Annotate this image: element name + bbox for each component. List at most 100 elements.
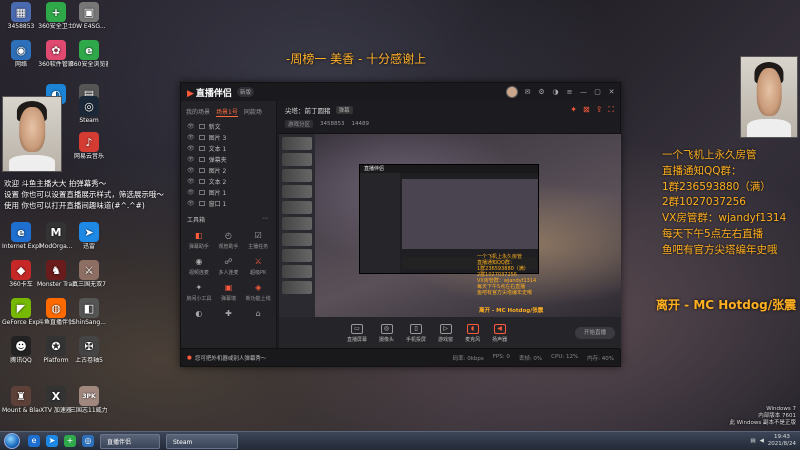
- room-id: 3458853: [320, 121, 345, 127]
- taskbar-task-steam[interactable]: Steam: [166, 433, 238, 449]
- webcam-left: [2, 96, 62, 172]
- desktop-icon[interactable]: ▣ 0W E4SG...: [70, 2, 108, 30]
- desktop-icon-graphic: e: [79, 40, 99, 60]
- category-badge[interactable]: 游戏分区: [285, 120, 314, 128]
- visibility-icon[interactable]: 👁: [187, 156, 195, 163]
- notice[interactable]: ● 您可把外机器或别人弹幕秀～: [187, 354, 266, 362]
- desktop-icon[interactable]: 3PK三国志11威力加强: [70, 386, 108, 414]
- tab-my-scenes[interactable]: 我的场景: [186, 107, 210, 117]
- tool-item[interactable]: ☑ 主播任务: [244, 230, 272, 250]
- tool-item[interactable]: ⚔ 超级PK: [244, 256, 272, 276]
- tool-item[interactable]: ✚: [215, 308, 243, 321]
- visibility-icon[interactable]: 👁: [187, 178, 195, 185]
- tool-icon: ☍: [224, 257, 233, 266]
- desktop-icon-label: 0W E4SG...: [72, 23, 106, 30]
- tray-network-icon[interactable]: ▤: [750, 438, 755, 444]
- control-bar: ▭ 直播屏幕 ◎ 摄像头 ▯ 手机投屏 ▷ 游戏窗 ◖ 麦克风 ◀ 扬声器 开始直播: [279, 317, 621, 349]
- desktop-icon[interactable]: ☻ 腾讯QQ: [2, 336, 40, 364]
- desktop-icon[interactable]: ◧ ShinSang...: [70, 298, 108, 326]
- desktop-icon-graphic: ✠: [79, 336, 99, 356]
- tool-item[interactable]: ◈ 新功能上线: [244, 282, 272, 302]
- visibility-icon[interactable]: 👁: [187, 189, 195, 196]
- tool-item[interactable]: ⌂: [244, 308, 272, 321]
- status-bar: ● 您可把外机器或别人弹幕秀～ 码率: 0kbps FPS: 0 丢帧: 0% C…: [181, 348, 620, 366]
- room-tag[interactable]: 弹幕: [335, 106, 353, 114]
- taskbar-task-companion[interactable]: 直播伴侣: [100, 433, 160, 449]
- desktop-icon[interactable]: ◉ 网络: [2, 40, 40, 68]
- desktop-icon[interactable]: ◎ Steam: [70, 96, 108, 124]
- minimize-icon[interactable]: —: [579, 88, 588, 97]
- desktop-icon[interactable]: ♪ 网易云音乐: [70, 132, 108, 160]
- share-icon[interactable]: ⇪: [596, 105, 603, 115]
- desktop-icon-graphic: e: [11, 222, 31, 242]
- tool-item[interactable]: ✦ 房间小工具: [185, 282, 213, 302]
- fullscreen-icon[interactable]: ⛶: [608, 105, 614, 115]
- ie-icon[interactable]: e: [28, 435, 40, 447]
- desktop-icon-label: 360卡车: [9, 281, 33, 288]
- tool-item[interactable]: ◉ 视频连麦: [185, 256, 213, 276]
- tab-scene-1[interactable]: 场景1号: [216, 107, 238, 117]
- source-row[interactable]: 👁 新文: [181, 121, 276, 132]
- lock-icon[interactable]: ⊠: [583, 105, 590, 115]
- gift-icon[interactable]: ✦: [570, 105, 577, 115]
- control-button[interactable]: ◖ 麦克风: [465, 323, 480, 343]
- settings-icon[interactable]: ⚙: [537, 88, 546, 97]
- control-button[interactable]: ◎ 摄像头: [379, 323, 394, 343]
- desktop-icon[interactable]: ✠ 上古卷轴5: [70, 336, 108, 364]
- tool-label: 视频连麦: [188, 270, 209, 276]
- source-row[interactable]: 👁 窗口 1: [181, 198, 276, 209]
- control-button[interactable]: ▯ 手机投屏: [406, 323, 426, 343]
- visibility-icon[interactable]: 👁: [187, 123, 195, 130]
- source-row[interactable]: 👁 文本 2: [181, 176, 276, 187]
- desktop-icon-graphic: ▣: [79, 2, 99, 22]
- control-button[interactable]: ▭ 直播屏幕: [347, 323, 367, 343]
- visibility-icon[interactable]: 👁: [187, 167, 195, 174]
- more-icon[interactable]: ⋯: [262, 215, 268, 224]
- source-row[interactable]: 👁 弹幕夹: [181, 154, 276, 165]
- desktop-icon-label: 腾讯QQ: [10, 357, 32, 364]
- desktop-icon[interactable]: ➤ 迅雷: [70, 222, 108, 250]
- user-avatar[interactable]: [506, 86, 518, 98]
- desktop-icon[interactable]: e 360安全浏览器: [70, 40, 108, 68]
- menu-icon[interactable]: ≡: [565, 88, 574, 97]
- visibility-icon[interactable]: 👁: [187, 134, 195, 141]
- desktop-icon[interactable]: ♜Mount & Blade II...: [2, 386, 40, 414]
- security-icon[interactable]: +: [64, 435, 76, 447]
- tray-volume-icon[interactable]: ◀: [760, 438, 764, 444]
- browser-icon[interactable]: ◎: [82, 435, 94, 447]
- tool-item[interactable]: ◴ 观管助手: [215, 230, 243, 250]
- source-row[interactable]: 👁 图片 3: [181, 132, 276, 143]
- thunder-icon[interactable]: ➤: [46, 435, 58, 447]
- skin-icon[interactable]: ◑: [551, 88, 560, 97]
- toolbox-title: 工具箱: [187, 217, 206, 224]
- control-button[interactable]: ◀ 扬声器: [492, 323, 507, 343]
- tool-item[interactable]: ◐: [185, 308, 213, 321]
- clock[interactable]: 19:43 2021/8/24: [768, 434, 796, 448]
- desktop-icon[interactable]: ◆ 360卡车: [2, 260, 40, 288]
- desktop-icon[interactable]: ◤GeForce Experience: [2, 298, 40, 326]
- source-label: 图片 3: [208, 135, 227, 142]
- preview-canvas[interactable]: 直播伴侣 一个飞机上永久房管 直播通知QQ群： 1群236593880（满） 2…: [279, 133, 621, 317]
- desktop-icon-label: Mount & Blade II...: [2, 407, 40, 414]
- desktop-icon[interactable]: ▦ 3458853: [2, 2, 40, 30]
- visibility-icon[interactable]: 👁: [187, 200, 195, 207]
- source-row[interactable]: 👁 图片 2: [181, 165, 276, 176]
- desktop-icon[interactable]: eInternet Explorer: [2, 222, 40, 250]
- control-button[interactable]: ▷ 游戏窗: [438, 323, 453, 343]
- source-row[interactable]: 👁 文本 1: [181, 143, 276, 154]
- start-live-button[interactable]: 开始直播: [575, 327, 615, 339]
- source-type-icon: [198, 146, 205, 151]
- tool-item[interactable]: ☍ 多人连麦: [215, 256, 243, 276]
- source-row[interactable]: 👁 图片 1: [181, 187, 276, 198]
- tab-same-scene[interactable]: 同款场: [244, 107, 262, 117]
- visibility-icon[interactable]: 👁: [187, 145, 195, 152]
- room-title[interactable]: 尖塔：前丁圆猪: [285, 105, 331, 115]
- desktop-icon[interactable]: ⚔ 真三国无双7: [70, 260, 108, 288]
- tool-item[interactable]: ◧ 弹幕助手: [185, 230, 213, 250]
- close-icon[interactable]: ✕: [607, 88, 616, 97]
- maximize-icon[interactable]: ▢: [593, 88, 602, 97]
- message-icon[interactable]: ✉: [523, 88, 532, 97]
- start-button[interactable]: [4, 433, 20, 449]
- tool-item[interactable]: ▣ 弹幕墙: [215, 282, 243, 302]
- control-icon: ◖: [466, 323, 479, 334]
